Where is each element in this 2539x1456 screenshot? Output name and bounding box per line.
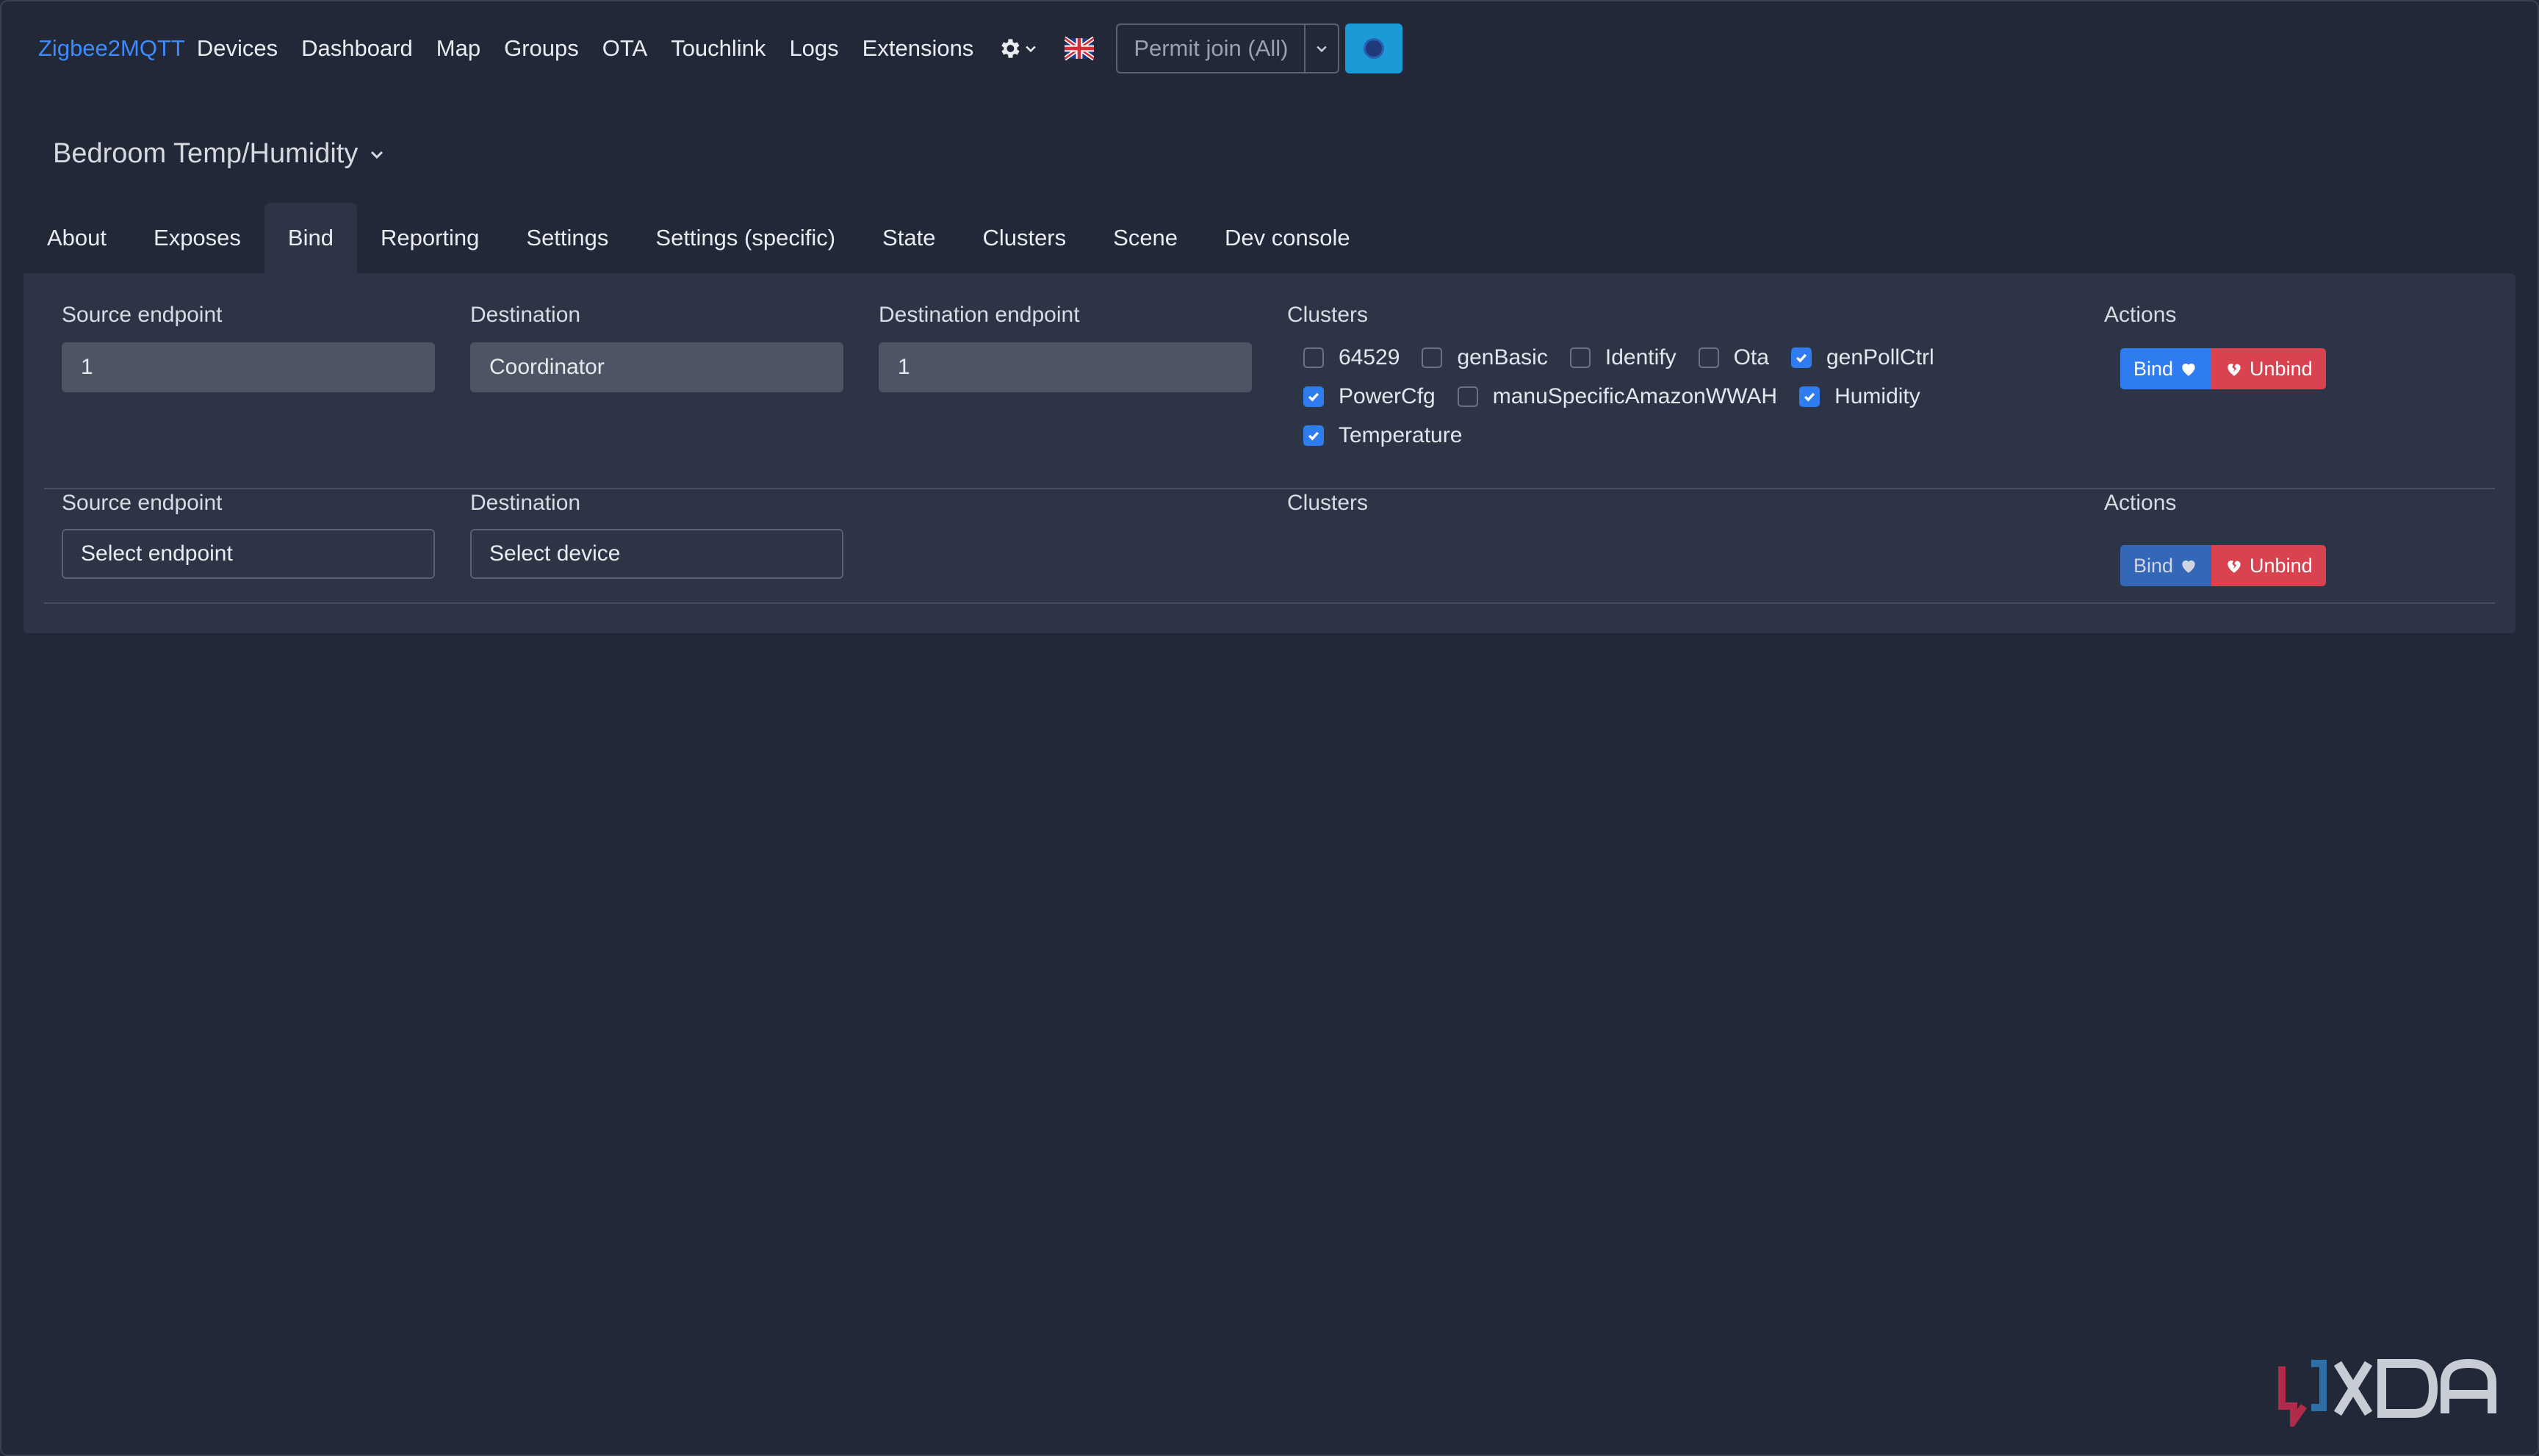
nav-link-groups[interactable]: Groups (504, 35, 579, 62)
cluster-checkbox-powercfg[interactable]: PowerCfg (1303, 384, 1436, 409)
tab-dev-console[interactable]: Dev console (1201, 203, 1374, 273)
brand-link[interactable]: Zigbee2MQTT (38, 35, 185, 62)
chevron-down-icon (1317, 46, 1328, 53)
clusters-checklist: 64529 genBasic Identify Ota genPollCtrl … (1303, 338, 2038, 455)
check-icon (1308, 431, 1319, 441)
cluster-checkbox-64529[interactable]: 64529 (1303, 345, 1400, 370)
unbind-button[interactable]: Unbind (2211, 348, 2326, 389)
tab-bind[interactable]: Bind (264, 203, 357, 273)
actions-label: Actions (2104, 303, 2177, 327)
broken-heart-icon (2228, 561, 2241, 573)
cluster-checkbox-ota[interactable]: Ota (1698, 345, 1769, 370)
permit-join-button[interactable]: Permit join (All) (1117, 25, 1306, 72)
tab-about[interactable]: About (24, 203, 130, 273)
status-dot-icon (1364, 38, 1385, 59)
check-icon (1796, 353, 1807, 363)
permit-join-control: Permit join (All) (1116, 24, 1340, 73)
bind-actions: Bind Unbind (2120, 348, 2326, 389)
permit-join-dropdown[interactable] (1305, 25, 1338, 72)
checkbox-box (1457, 386, 1478, 407)
device-selector[interactable]: Bedroom Temp/Humidity (53, 138, 386, 170)
device-title: Bedroom Temp/Humidity (53, 138, 359, 169)
check-icon (1308, 392, 1319, 402)
destination-select[interactable]: Select device (470, 529, 843, 579)
bind-actions: Bind Unbind (2120, 545, 2326, 586)
heart-icon (2182, 560, 2195, 573)
gear-icon (1001, 39, 1020, 58)
destination-label: Destination (470, 491, 581, 515)
check-icon (1804, 392, 1815, 402)
connection-status-button[interactable] (1345, 24, 1403, 73)
cluster-checkbox-genpollctrl[interactable]: genPollCtrl (1790, 345, 1934, 370)
destination-endpoint-label: Destination endpoint (879, 303, 1080, 327)
nav-link-dashboard[interactable]: Dashboard (301, 35, 413, 62)
checkbox-box (1303, 386, 1324, 407)
checkbox-box (1790, 347, 1812, 368)
clusters-label: Clusters (1287, 303, 1369, 327)
tab-exposes[interactable]: Exposes (130, 203, 264, 273)
tab-clusters[interactable]: Clusters (959, 203, 1090, 273)
cluster-checkbox-temperature[interactable]: Temperature (1303, 423, 1462, 448)
settings-menu[interactable] (997, 36, 1038, 61)
uk-flag-icon[interactable] (1065, 36, 1095, 61)
bind-panel: Source endpoint 1 Destination Coordinato… (24, 273, 2515, 633)
device-tabs: About Exposes Bind Reporting Settings Se… (24, 203, 1374, 273)
cluster-checkbox-genbasic[interactable]: genBasic (1422, 345, 1548, 370)
nav-link-touchlink[interactable]: Touchlink (671, 35, 766, 62)
new-bind-row: Source endpoint Select endpoint Destinat… (44, 491, 2495, 604)
heart-icon (2182, 363, 2195, 376)
source-endpoint-field: 1 (62, 342, 435, 392)
bind-row: Source endpoint 1 Destination Coordinato… (44, 303, 2495, 489)
checkbox-box (1799, 386, 1820, 407)
tab-reporting[interactable]: Reporting (357, 203, 503, 273)
source-endpoint-label: Source endpoint (62, 303, 223, 327)
destination-endpoint-field: 1 (879, 342, 1252, 392)
cluster-checkbox-identify[interactable]: Identify (1569, 345, 1677, 370)
cluster-checkbox-manuspecificamazonwwah[interactable]: manuSpecificAmazonWWAH (1457, 384, 1777, 409)
xda-logo-icon (2278, 1358, 2496, 1427)
destination-field: Coordinator (470, 342, 843, 392)
cluster-checkbox-humidity[interactable]: Humidity (1799, 384, 1920, 409)
checkbox-box (1303, 347, 1324, 368)
source-endpoint-select[interactable]: Select endpoint (62, 529, 435, 579)
tab-settings[interactable]: Settings (503, 203, 632, 273)
top-navbar: Zigbee2MQTT Devices Dashboard Map Groups… (38, 22, 1403, 75)
bind-button[interactable]: Bind (2120, 348, 2212, 389)
bind-button[interactable]: Bind (2120, 545, 2212, 586)
tab-state[interactable]: State (859, 203, 959, 273)
checkbox-box (1569, 347, 1591, 368)
actions-label: Actions (2104, 491, 2177, 515)
nav-link-logs[interactable]: Logs (789, 35, 838, 62)
nav-link-map[interactable]: Map (436, 35, 480, 62)
chevron-down-icon (1026, 46, 1037, 53)
chevron-down-icon (371, 151, 383, 159)
tab-settings-specific[interactable]: Settings (specific) (632, 203, 859, 273)
broken-heart-icon (2228, 364, 2241, 376)
clusters-label: Clusters (1287, 491, 1369, 515)
nav-link-ota[interactable]: OTA (602, 35, 647, 62)
unbind-button[interactable]: Unbind (2211, 545, 2326, 586)
destination-label: Destination (470, 303, 581, 327)
checkbox-box (1422, 347, 1443, 368)
nav-link-extensions[interactable]: Extensions (862, 35, 974, 62)
tab-scene[interactable]: Scene (1090, 203, 1201, 273)
source-endpoint-label: Source endpoint (62, 491, 223, 515)
nav-link-devices[interactable]: Devices (197, 35, 278, 62)
checkbox-box (1303, 425, 1324, 446)
checkbox-box (1698, 347, 1719, 368)
